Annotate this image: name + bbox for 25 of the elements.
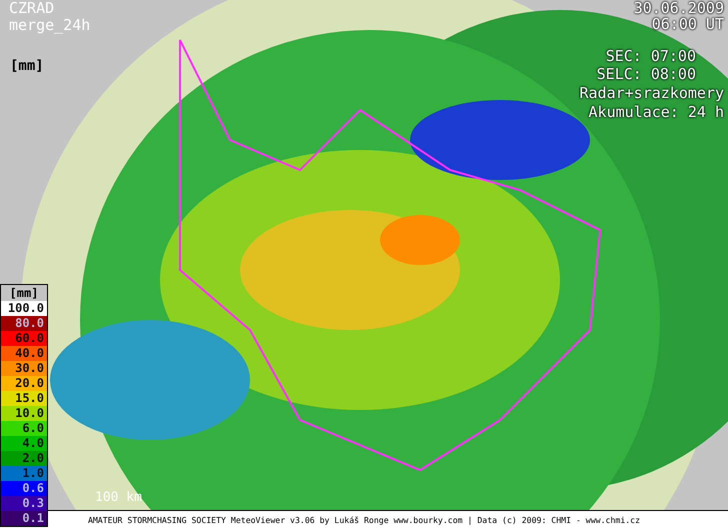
legend-swatch: 0.3: [1, 496, 47, 511]
legend-swatch: 1.0: [1, 466, 47, 481]
unit-label: [mm]: [10, 58, 44, 74]
date-label: 30.06.2009: [634, 0, 724, 16]
legend-swatch: 0.6: [1, 481, 47, 496]
product-name: merge_24h: [9, 17, 90, 33]
legend-swatch: 100.0: [1, 301, 47, 316]
radar-name: CZRAD: [9, 0, 54, 16]
legend-swatch: 10.0: [1, 406, 47, 421]
legend-swatch: 40.0: [1, 346, 47, 361]
legend-swatch: 60.0: [1, 331, 47, 346]
legend-swatch: 4.0: [1, 436, 47, 451]
legend-swatch: 2.0: [1, 451, 47, 466]
legend-title: [mm]: [8, 285, 40, 301]
legend-swatch: 30.0: [1, 361, 47, 376]
legend-swatch: 20.0: [1, 376, 47, 391]
accumulation-label: Akumulace: 24 h: [588, 104, 724, 120]
sec-time-label: SEC: 07:00: [606, 48, 696, 64]
legend-swatch: 80.0: [1, 316, 47, 331]
legend-swatch: 15.0: [1, 391, 47, 406]
legend-swatch: 0.1: [1, 511, 47, 526]
scale-label: 100 km: [95, 490, 142, 505]
selc-time-label: SELC: 08:00: [596, 66, 696, 82]
legend-swatch: 6.0: [1, 421, 47, 436]
source-label: Radar+srazkomery: [580, 85, 724, 101]
